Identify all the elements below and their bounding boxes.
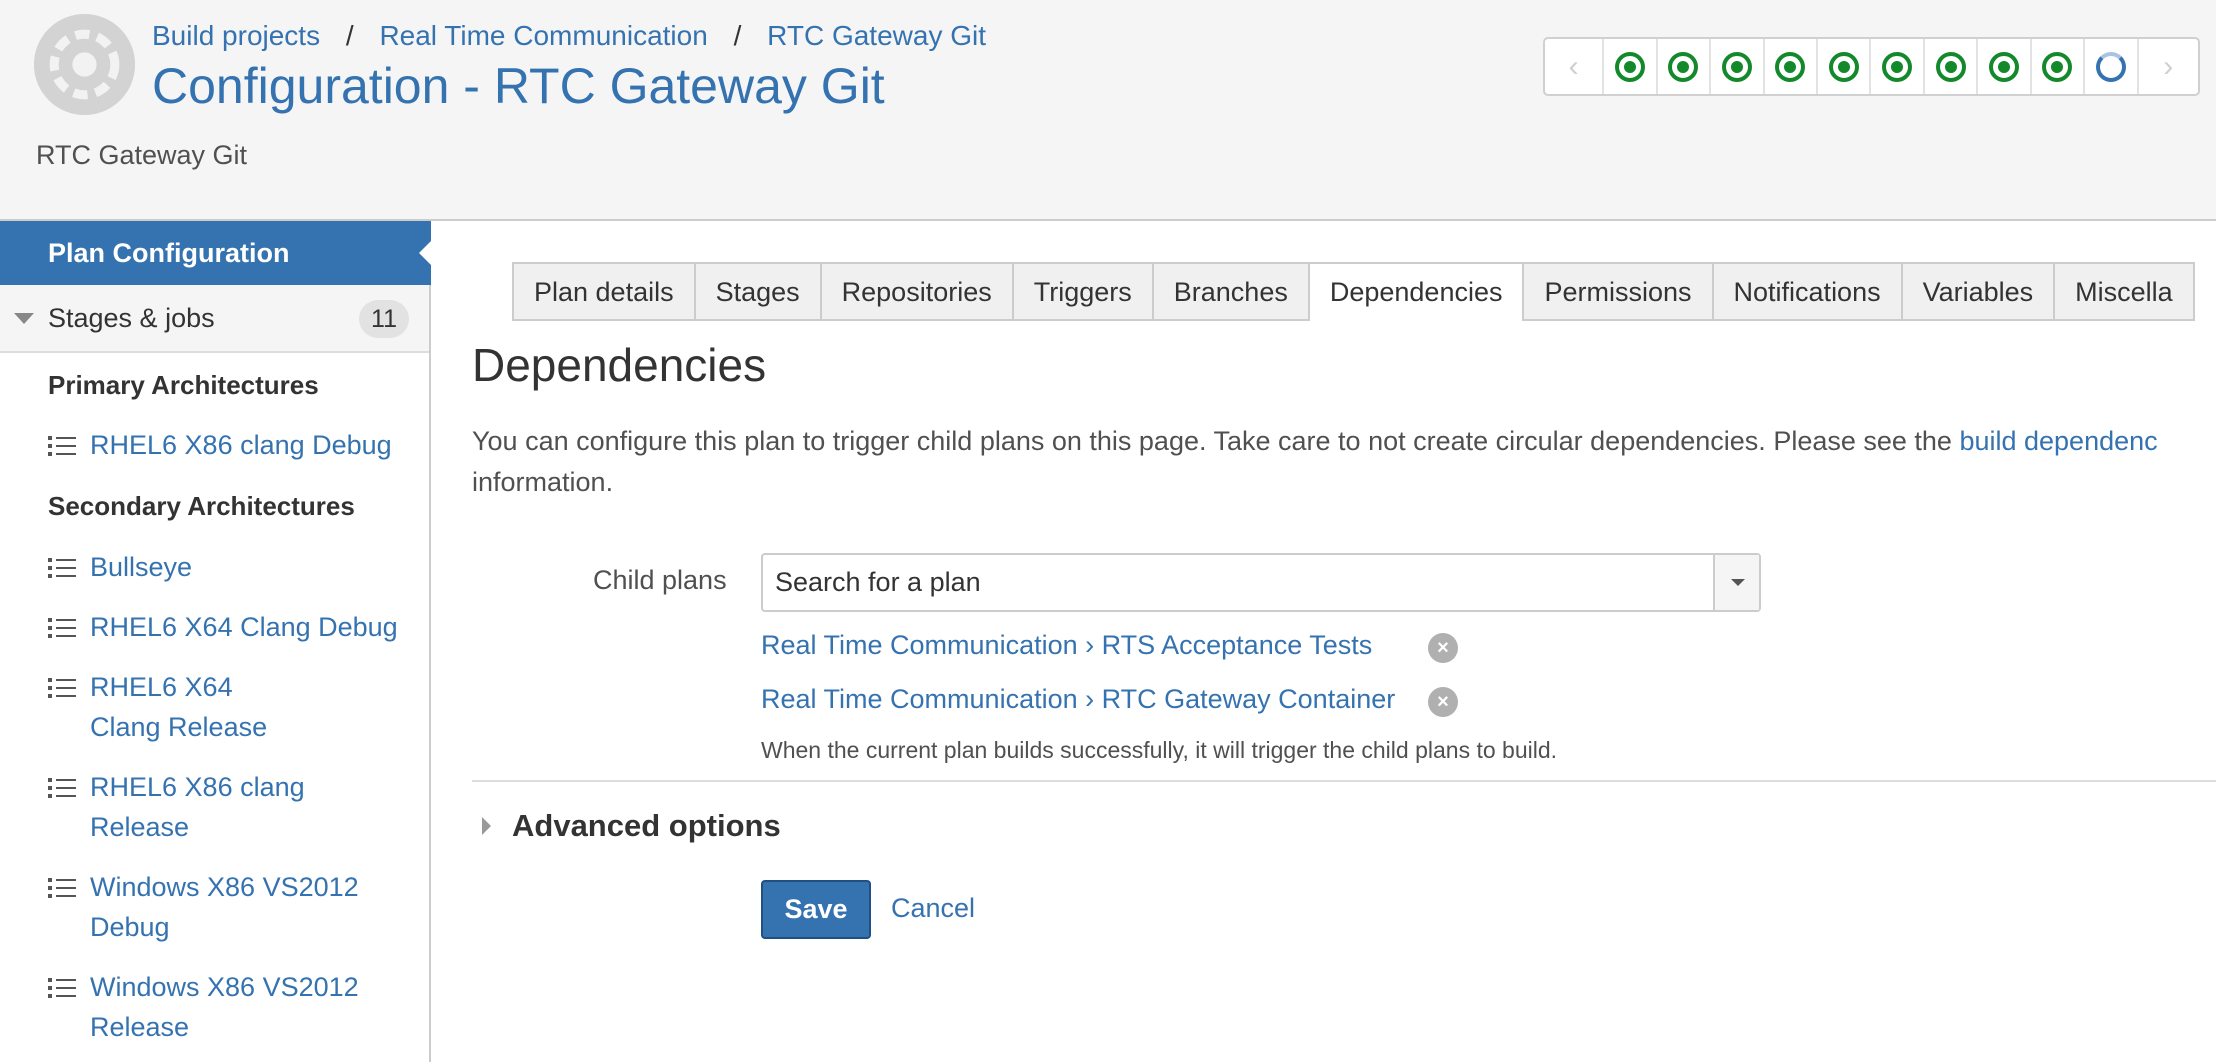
- build-status-success[interactable]: [1871, 39, 1925, 94]
- page-title: Configuration - RTC Gateway Git: [152, 58, 885, 114]
- child-plan-search-select[interactable]: Search for a plan: [761, 553, 1761, 612]
- build-status-success[interactable]: [2032, 39, 2086, 94]
- chevron-right-icon[interactable]: ›: [2139, 39, 2198, 94]
- chevron-left-icon[interactable]: ‹: [1545, 39, 1605, 94]
- job-label: RHEL6 X64 Clang Release: [90, 672, 268, 742]
- success-icon: [1615, 51, 1646, 82]
- cancel-link[interactable]: Cancel: [891, 893, 975, 924]
- job-label: RHEL6 X64 Clang Debug: [90, 612, 398, 642]
- breadcrumb-separator: /: [345, 20, 354, 51]
- section-description: You can configure this plan to trigger c…: [472, 421, 2216, 503]
- remove-icon[interactable]: ×: [1428, 687, 1458, 717]
- job-label: Bullseye: [90, 552, 193, 582]
- search-input[interactable]: Search for a plan: [775, 555, 981, 610]
- jobs-count-badge: 11: [359, 300, 409, 338]
- success-icon: [1668, 51, 1699, 82]
- save-button[interactable]: Save: [761, 880, 871, 939]
- build-history-strip: ‹ ›: [1543, 37, 2200, 96]
- job-label: Windows X86 VS2012 Debug: [90, 872, 359, 942]
- success-icon: [1989, 51, 2020, 82]
- plan-subtitle: RTC Gateway Git: [36, 140, 248, 170]
- tab-stages[interactable]: Stages: [695, 262, 822, 319]
- success-icon: [2042, 51, 2073, 82]
- build-dependencies-link[interactable]: build dependenc: [1959, 426, 2157, 456]
- job-list-icon: [48, 978, 76, 998]
- job-list-icon: [48, 778, 76, 798]
- tab-branches[interactable]: Branches: [1153, 262, 1310, 319]
- build-status-in-progress[interactable]: [2085, 39, 2139, 94]
- tab-triggers[interactable]: Triggers: [1013, 262, 1154, 319]
- build-status-success[interactable]: [1658, 39, 1712, 94]
- build-status-success[interactable]: [1765, 39, 1819, 94]
- success-icon: [1882, 51, 1913, 82]
- config-tabs: Plan details Stages Repositories Trigger…: [512, 262, 2195, 321]
- group-secondary-architectures: Secondary Architectures: [48, 491, 355, 521]
- tab-notifications[interactable]: Notifications: [1713, 262, 1903, 319]
- in-progress-icon: [2095, 51, 2126, 82]
- expand-triangle-icon[interactable]: [482, 817, 491, 835]
- chevron-down-icon[interactable]: [1713, 555, 1759, 610]
- job-list-icon: [48, 678, 76, 698]
- job-label: RHEL6 X86 clang Debug: [90, 430, 392, 460]
- breadcrumb-plan[interactable]: RTC Gateway Git: [767, 20, 986, 51]
- collapse-triangle-icon[interactable]: [14, 313, 34, 324]
- breadcrumb-project[interactable]: Real Time Communication: [379, 20, 707, 51]
- child-plan-link[interactable]: Real Time Communication › RTS Acceptance…: [761, 630, 1372, 661]
- description-text: You can configure this plan to trigger c…: [472, 426, 1960, 456]
- sidebar-item-plan-configuration[interactable]: Plan Configuration: [0, 221, 433, 285]
- tab-plan-details[interactable]: Plan details: [512, 262, 696, 319]
- child-plans-help: When the current plan builds successfull…: [761, 737, 1558, 763]
- breadcrumb-build-projects[interactable]: Build projects: [152, 20, 320, 51]
- job-list-icon: [48, 558, 76, 578]
- build-status-success[interactable]: [1818, 39, 1872, 94]
- sidebar-job-link[interactable]: Windows X86 VS2012 Debug: [48, 867, 418, 947]
- sidebar-job-link[interactable]: RHEL6 X64 Clang Debug: [48, 607, 418, 647]
- success-icon: [1775, 51, 1806, 82]
- project-avatar: [34, 14, 135, 115]
- advanced-options-toggle[interactable]: Advanced options: [512, 808, 781, 844]
- child-plan-link[interactable]: Real Time Communication › RTC Gateway Co…: [761, 684, 1395, 715]
- group-primary-architectures: Primary Architectures: [48, 370, 319, 400]
- success-icon: [1935, 51, 1966, 82]
- tab-miscellaneous[interactable]: Miscella: [2055, 262, 2195, 319]
- tab-dependencies[interactable]: Dependencies: [1309, 262, 1525, 321]
- build-status-success[interactable]: [1604, 39, 1658, 94]
- tab-permissions[interactable]: Permissions: [1524, 262, 1714, 319]
- build-status-success[interactable]: [1978, 39, 2032, 94]
- sidebar-job-link[interactable]: Windows X86 VS2012 Release: [48, 967, 418, 1047]
- job-list-icon: [48, 436, 76, 456]
- job-list-icon: [48, 878, 76, 898]
- job-label: RHEL6 X86 clang Release: [90, 772, 305, 842]
- section-heading: Dependencies: [472, 339, 767, 391]
- sidebar-stages-jobs[interactable]: Stages & jobs 11: [0, 285, 429, 353]
- child-plans-label: Child plans: [593, 565, 727, 595]
- remove-icon[interactable]: ×: [1428, 633, 1458, 663]
- job-list-icon: [48, 618, 76, 638]
- bamboo-logo-icon: [34, 14, 135, 115]
- description-text-end: information.: [472, 467, 614, 497]
- breadcrumb: Build projects / Real Time Communication…: [152, 18, 986, 54]
- build-status-success[interactable]: [1925, 39, 1979, 94]
- build-status-success[interactable]: [1711, 39, 1765, 94]
- sidebar-job-link[interactable]: Bullseye: [48, 547, 418, 587]
- stages-jobs-label: Stages & jobs: [48, 303, 215, 333]
- sidebar-job-link[interactable]: RHEL6 X64 Clang Release: [48, 667, 418, 747]
- success-icon: [1828, 51, 1859, 82]
- job-label: Windows X86 VS2012 Release: [90, 972, 359, 1042]
- sidebar-job-link[interactable]: RHEL6 X86 clang Debug: [48, 425, 418, 465]
- breadcrumb-separator: /: [733, 20, 742, 51]
- divider: [472, 780, 2216, 782]
- sidebar-job-link[interactable]: RHEL6 X86 clang Release: [48, 767, 418, 847]
- tab-variables[interactable]: Variables: [1902, 262, 2056, 319]
- tab-repositories[interactable]: Repositories: [821, 262, 1014, 319]
- success-icon: [1721, 51, 1752, 82]
- page-header: Build projects / Real Time Communication…: [0, 0, 2216, 221]
